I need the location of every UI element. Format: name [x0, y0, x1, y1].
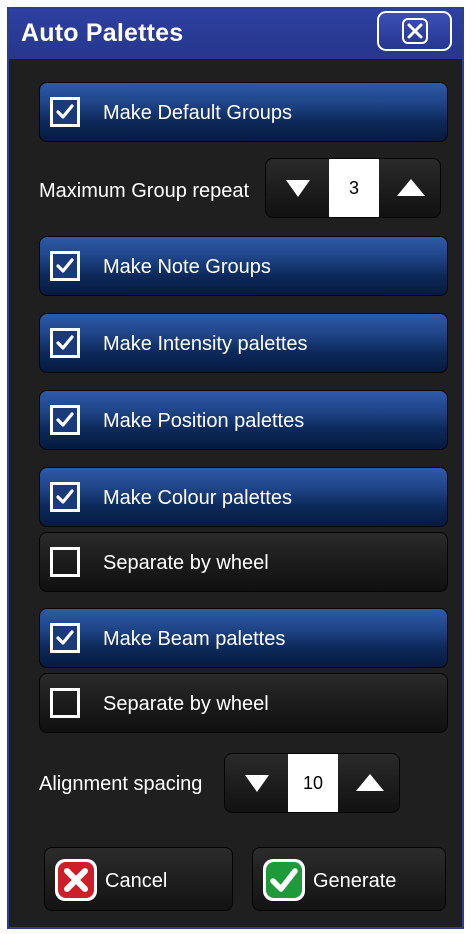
close-icon: [401, 18, 428, 44]
cancel-label: Cancel: [105, 870, 168, 892]
title-bar: Auto Palettes: [9, 9, 462, 59]
cancel-x-icon: [55, 859, 97, 901]
make-default-groups-label: Make Default Groups: [103, 102, 292, 124]
alignment-spacing-decrement[interactable]: [225, 754, 288, 812]
max-group-repeat-increment[interactable]: [379, 159, 440, 217]
max-group-repeat-decrement[interactable]: [266, 159, 329, 217]
checkmark-icon: [56, 258, 74, 273]
make-note-groups-label: Make Note Groups: [103, 256, 271, 278]
generate-label: Generate: [313, 870, 397, 892]
checkmark-icon: [56, 630, 74, 645]
make-position-palettes-label: Make Position palettes: [103, 410, 305, 432]
alignment-spacing-value[interactable]: 10: [288, 754, 338, 812]
alignment-spacing-stepper: 10: [224, 753, 400, 813]
make-intensity-palettes-label: Make Intensity palettes: [103, 333, 308, 355]
checkmark-icon: [56, 412, 74, 427]
auto-palettes-dialog: Auto Palettes Make Default Groups Maximu…: [7, 7, 464, 929]
colour-separate-by-wheel-label: Separate by wheel: [103, 552, 269, 574]
checkmark-icon: [56, 104, 74, 119]
arrow-down-icon: [285, 180, 310, 197]
checkmark-icon: [56, 489, 74, 504]
checkbox-checked: [50, 97, 80, 127]
make-note-groups-toggle[interactable]: Make Note Groups: [39, 236, 448, 296]
generate-check-icon: [263, 859, 305, 901]
checkbox-checked: [50, 328, 80, 358]
max-group-repeat-label: Maximum Group repeat: [39, 180, 250, 202]
checkbox-checked: [50, 251, 80, 281]
max-group-repeat-stepper: 3: [265, 158, 441, 218]
checkbox-unchecked: [50, 688, 80, 718]
dialog-title: Auto Palettes: [21, 19, 184, 47]
arrow-down-icon: [244, 775, 269, 792]
make-colour-palettes-label: Make Colour palettes: [103, 487, 292, 509]
make-intensity-palettes-toggle[interactable]: Make Intensity palettes: [39, 313, 448, 373]
checkbox-checked: [50, 482, 80, 512]
cancel-button[interactable]: Cancel: [44, 847, 233, 911]
arrow-up-icon: [355, 774, 384, 791]
make-beam-palettes-toggle[interactable]: Make Beam palettes: [39, 608, 448, 668]
make-position-palettes-toggle[interactable]: Make Position palettes: [39, 390, 448, 450]
close-button[interactable]: [377, 11, 452, 51]
beam-separate-by-wheel-label: Separate by wheel: [103, 693, 269, 715]
alignment-spacing-increment[interactable]: [338, 754, 399, 812]
checkbox-unchecked: [50, 547, 80, 577]
alignment-spacing-label: Alignment spacing: [39, 773, 203, 795]
generate-button[interactable]: Generate: [252, 847, 446, 911]
make-default-groups-toggle[interactable]: Make Default Groups: [39, 82, 448, 142]
checkmark-icon: [56, 335, 74, 350]
arrow-up-icon: [396, 179, 425, 196]
colour-separate-by-wheel-toggle[interactable]: Separate by wheel: [39, 532, 448, 592]
make-beam-palettes-label: Make Beam palettes: [103, 628, 286, 650]
beam-separate-by-wheel-toggle[interactable]: Separate by wheel: [39, 673, 448, 733]
checkbox-checked: [50, 405, 80, 435]
checkbox-checked: [50, 623, 80, 653]
make-colour-palettes-toggle[interactable]: Make Colour palettes: [39, 467, 448, 527]
max-group-repeat-value[interactable]: 3: [329, 159, 379, 217]
